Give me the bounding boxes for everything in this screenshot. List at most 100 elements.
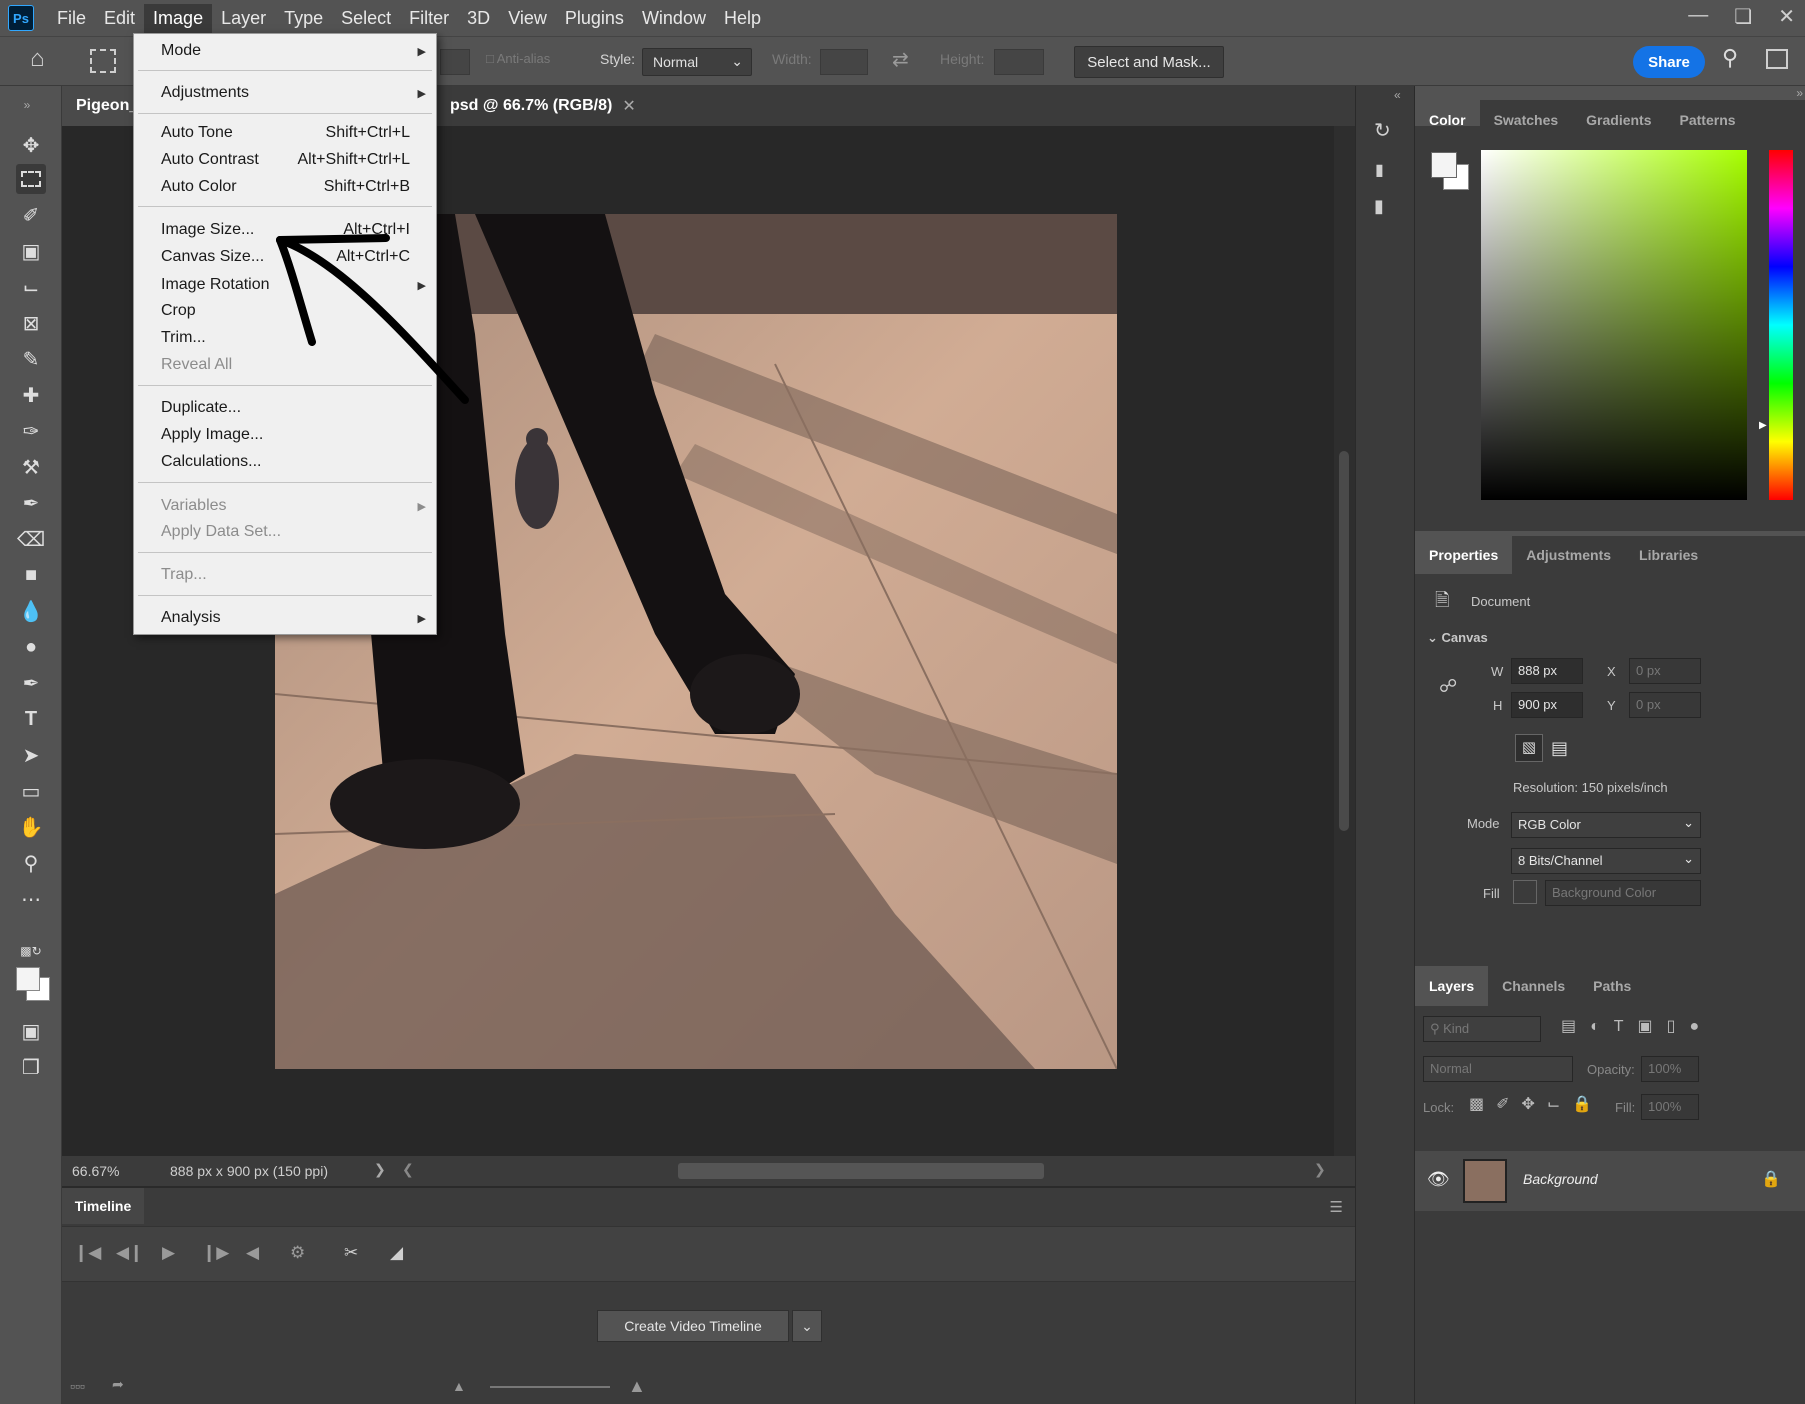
play-icon[interactable]: ▶ xyxy=(162,1243,175,1263)
collapse-toolbar-icon[interactable]: » xyxy=(12,90,42,120)
fg-bg-swatch[interactable] xyxy=(1431,152,1471,192)
workspace-icon[interactable] xyxy=(1766,49,1788,69)
horizontal-scroll-thumb[interactable] xyxy=(678,1163,1044,1179)
close-window-icon[interactable]: ✕ xyxy=(1778,4,1795,29)
fill-field[interactable]: 100% xyxy=(1641,1094,1699,1120)
layer-name[interactable]: Background xyxy=(1523,1171,1598,1187)
history-brush-tool-icon[interactable]: ✒ xyxy=(16,488,46,518)
search-icon[interactable]: ⚲ xyxy=(1722,45,1738,71)
bit-depth-select[interactable]: 8 Bits/Channel ⌄ xyxy=(1511,848,1701,874)
transition-icon[interactable]: ◢ xyxy=(390,1243,403,1263)
tab-layers[interactable]: Layers xyxy=(1415,966,1489,1006)
share-button[interactable]: Share xyxy=(1633,46,1705,78)
lasso-tool-icon[interactable]: ✐ xyxy=(16,200,46,230)
menu-select[interactable]: Select xyxy=(332,4,400,33)
home-icon[interactable]: ⌂ xyxy=(30,45,45,73)
zoom-out-mountain-icon[interactable]: ▲ xyxy=(452,1378,466,1394)
panel-menu-icon[interactable]: ☰ xyxy=(1330,1198,1343,1216)
tab-paths[interactable]: Paths xyxy=(1579,966,1645,1006)
menu-item-image-rotation[interactable]: Image Rotation ▶ xyxy=(134,272,436,298)
hue-slider[interactable] xyxy=(1769,150,1793,500)
type-tool-icon[interactable]: T xyxy=(16,704,46,734)
clone-stamp-tool-icon[interactable]: ⚒ xyxy=(16,452,46,482)
document-tab[interactable]: Pigeon_ xyxy=(62,86,138,126)
lock-option-icons[interactable]: ▩✐✥⌙🔒 xyxy=(1469,1094,1604,1114)
menu-item-auto-tone[interactable]: Auto Tone Shift+Ctrl+L xyxy=(134,120,436,146)
color-saturation-field[interactable] xyxy=(1481,150,1747,500)
select-and-mask-button[interactable]: Select and Mask... xyxy=(1074,46,1224,78)
scroll-right-icon[interactable]: ❯ xyxy=(1314,1161,1326,1178)
canvas-y-field[interactable]: 0 px xyxy=(1629,692,1701,718)
close-tab-icon[interactable]: ✕ xyxy=(622,96,635,116)
first-frame-icon[interactable]: ❙◀ xyxy=(74,1243,101,1263)
gradient-tool-icon[interactable]: ■ xyxy=(16,560,46,590)
tab-libraries[interactable]: Libraries xyxy=(1625,535,1712,575)
menu-item-auto-color[interactable]: Auto Color Shift+Ctrl+B xyxy=(134,174,436,200)
style-select[interactable]: Normal ⌄ xyxy=(642,48,752,76)
more-tools-icon[interactable]: ⋯ xyxy=(16,884,46,914)
info-arrow-icon[interactable]: ❯ xyxy=(374,1161,386,1178)
swap-icon[interactable]: ⇄ xyxy=(892,47,909,72)
fill-select[interactable]: Background Color xyxy=(1545,880,1701,906)
canvas-height-field[interactable]: 900 px xyxy=(1511,692,1583,718)
menu-item-crop[interactable]: Crop xyxy=(134,298,436,324)
height-field[interactable] xyxy=(994,49,1044,75)
fill-swatch[interactable] xyxy=(1513,880,1537,904)
menu-image[interactable]: Image xyxy=(144,3,213,33)
marquee-option-icon[interactable] xyxy=(90,49,116,73)
comments-icon[interactable]: ▮ xyxy=(1374,196,1384,217)
menu-filter[interactable]: Filter xyxy=(400,4,458,33)
settings-gear-icon[interactable]: ⚙ xyxy=(290,1243,305,1263)
frame-tool-icon[interactable]: ⊠ xyxy=(16,308,46,338)
previous-frame-icon[interactable]: ◀❙ xyxy=(116,1243,143,1263)
move-tool-icon[interactable]: ✥ xyxy=(16,130,46,160)
canvas-width-field[interactable]: 888 px xyxy=(1511,658,1583,684)
scroll-left-icon[interactable]: ❮ xyxy=(402,1161,414,1178)
menu-3d[interactable]: 3D xyxy=(458,4,499,33)
menu-item-analysis[interactable]: Analysis ▶ xyxy=(134,605,436,631)
opacity-field[interactable]: 100% xyxy=(1641,1056,1699,1082)
history-icon[interactable]: ↻ xyxy=(1374,118,1391,143)
menu-item-apply-image[interactable]: Apply Image... xyxy=(134,422,436,448)
menu-plugins[interactable]: Plugins xyxy=(556,4,633,33)
zoom-tool-icon[interactable]: ⚲ xyxy=(16,848,46,878)
canvas-section-toggle[interactable]: ⌄ Canvas xyxy=(1427,630,1488,646)
render-arrow-icon[interactable]: ➦ xyxy=(112,1376,124,1393)
brush-tool-icon[interactable]: ✑ xyxy=(16,416,46,446)
menu-window[interactable]: Window xyxy=(633,4,715,33)
menu-edit[interactable]: Edit xyxy=(95,4,144,33)
menu-item-calculations[interactable]: Calculations... xyxy=(134,449,436,475)
frame-mode-icon[interactable]: ▫▫▫ xyxy=(70,1378,85,1394)
zoom-level[interactable]: 66.67% xyxy=(72,1163,119,1179)
layer-lock-icon[interactable]: 🔒 xyxy=(1761,1169,1781,1189)
restore-icon[interactable]: ❏ xyxy=(1734,4,1752,29)
next-frame-icon[interactable]: ❙▶ xyxy=(202,1243,229,1263)
blend-mode-select[interactable]: Normal xyxy=(1423,1056,1573,1082)
split-scissors-icon[interactable]: ✂ xyxy=(344,1243,358,1263)
document-tab-title[interactable]: psd @ 66.7% (RGB/8) ✕ xyxy=(436,86,686,126)
vertical-scroll-thumb[interactable] xyxy=(1339,451,1349,831)
timeline-tab[interactable]: Timeline xyxy=(62,1188,144,1224)
portrait-orientation-icon[interactable]: ▧ xyxy=(1515,734,1543,762)
tab-channels[interactable]: Channels xyxy=(1488,966,1579,1006)
menu-item-image-size[interactable]: Image Size... Alt+Ctrl+I xyxy=(134,217,436,243)
menu-item-auto-contrast[interactable]: Auto Contrast Alt+Shift+Ctrl+L xyxy=(134,147,436,173)
landscape-orientation-icon[interactable]: ▤ xyxy=(1551,738,1568,759)
layer-kind-filter[interactable]: ⚲ Kind xyxy=(1423,1016,1541,1042)
menu-item-adjustments[interactable]: Adjustments ▶ xyxy=(134,78,436,108)
menu-view[interactable]: View xyxy=(499,4,556,33)
anti-alias-checkbox[interactable]: □ Anti-alias xyxy=(486,51,550,66)
dodge-tool-icon[interactable]: ● xyxy=(16,632,46,662)
healing-brush-tool-icon[interactable]: ✚ xyxy=(16,380,46,410)
timeline-zoom-slider[interactable] xyxy=(490,1386,610,1388)
crop-tool-icon[interactable]: ⌙ xyxy=(16,272,46,302)
menu-item-duplicate[interactable]: Duplicate... xyxy=(134,395,436,421)
rectangle-tool-icon[interactable]: ▭ xyxy=(16,776,46,806)
create-video-timeline-button[interactable]: Create Video Timeline xyxy=(597,1310,789,1342)
feather-field[interactable] xyxy=(440,49,470,75)
mode-select[interactable]: RGB Color ⌄ xyxy=(1511,812,1701,838)
rectangular-marquee-tool-icon[interactable] xyxy=(16,164,46,194)
hue-pointer-icon[interactable]: ▶ xyxy=(1759,420,1767,431)
menu-layer[interactable]: Layer xyxy=(212,4,275,33)
screen-mode-icon[interactable]: ❐ xyxy=(16,1052,46,1082)
